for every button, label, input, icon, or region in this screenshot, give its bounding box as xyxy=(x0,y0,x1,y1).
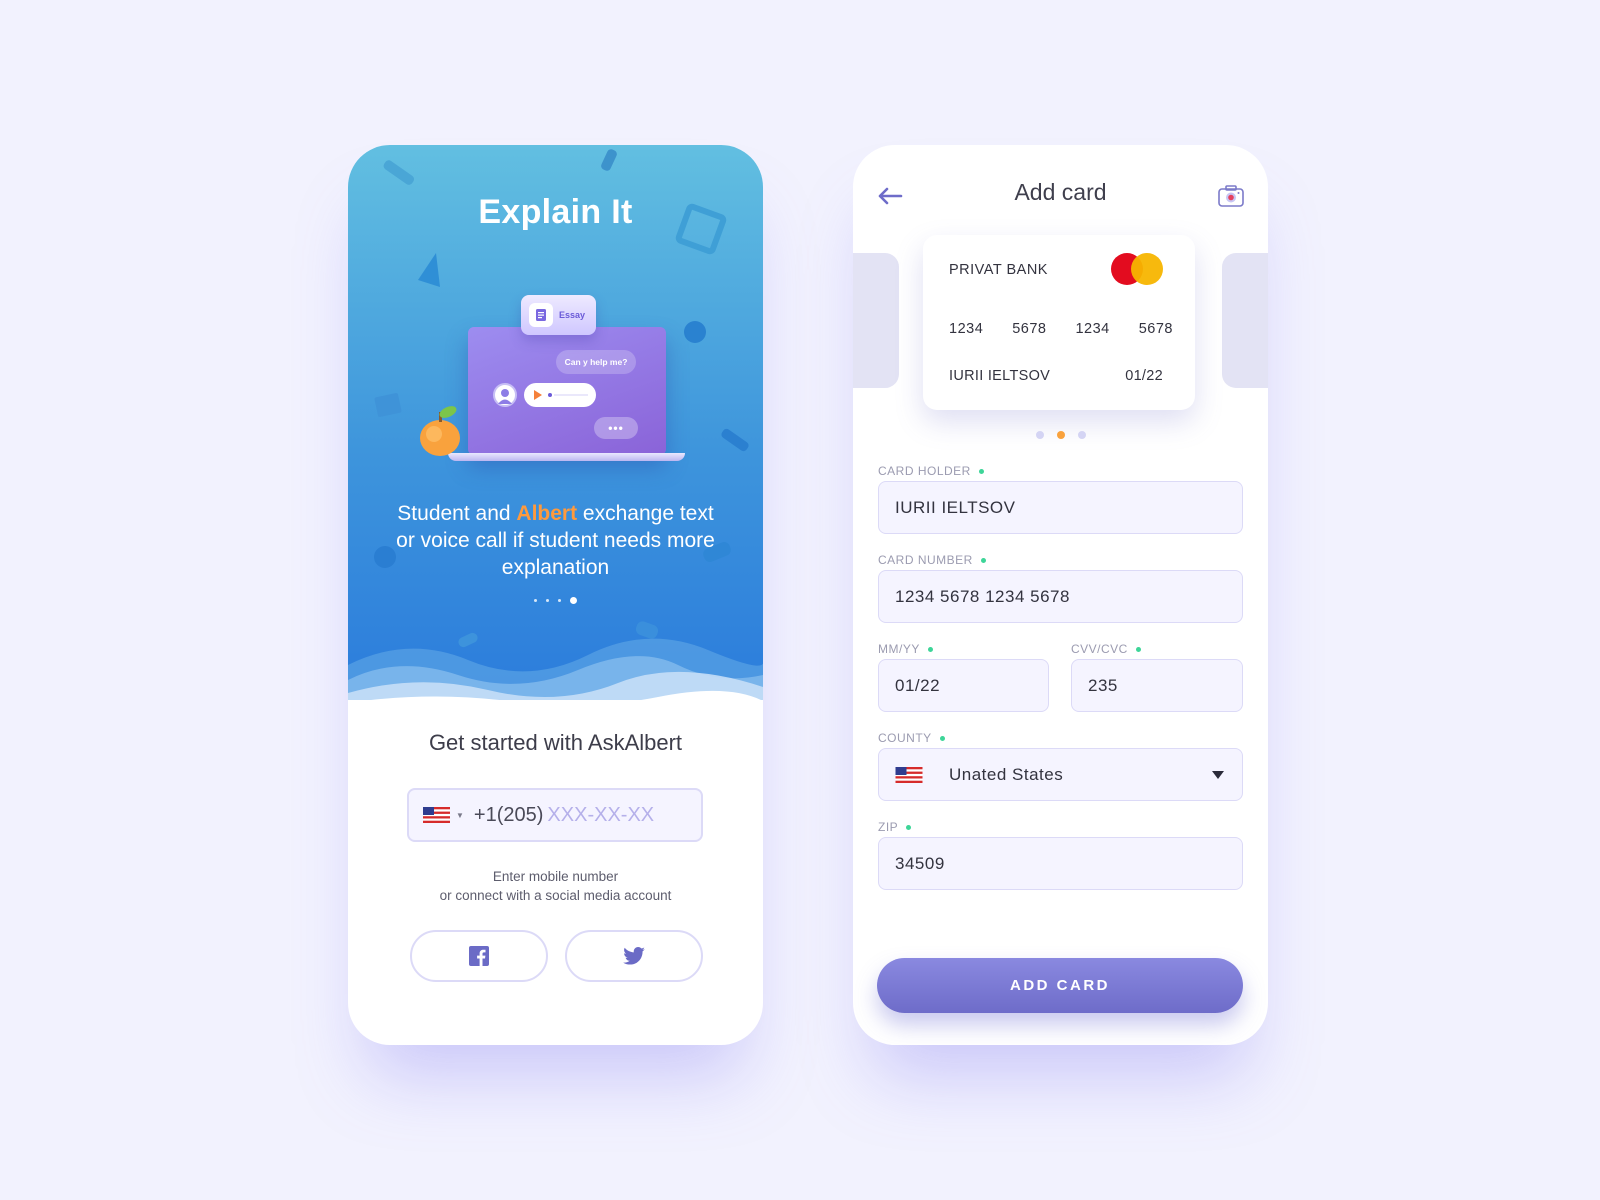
onboarding-screen: Explain It Essay Can y help me? ••• Stud… xyxy=(348,145,763,1045)
card-preview[interactable]: PRIVAT BANK 1234 5678 1234 5678 IURII IE… xyxy=(923,235,1195,410)
page-dot-4-active[interactable] xyxy=(570,597,577,604)
valid-indicator xyxy=(927,646,933,652)
albert-highlight: Albert xyxy=(516,502,578,525)
scan-card-button[interactable] xyxy=(1214,179,1248,213)
arrow-left-icon xyxy=(878,187,903,205)
country-label-text: COUNTY xyxy=(878,731,932,745)
country-label: COUNTY xyxy=(878,731,945,745)
voice-message-bubble xyxy=(524,383,596,407)
next-card[interactable] xyxy=(1222,253,1268,388)
phone-placeholder[interactable]: XXX-XX-XX xyxy=(547,804,654,827)
card-dot-1[interactable] xyxy=(1035,431,1044,439)
phone-number-input[interactable]: ▼ +1(205) XXX-XX-XX xyxy=(407,788,703,842)
card-number-group: 1234 xyxy=(949,321,984,337)
country-value: Unated States xyxy=(949,764,1064,784)
twitter-button[interactable] xyxy=(565,930,703,982)
country-select[interactable]: Unated States xyxy=(878,748,1243,801)
card-holder-label: CARD HOLDER xyxy=(878,464,984,478)
student-avatar xyxy=(493,383,517,407)
document-icon xyxy=(529,303,553,327)
wave-decoration xyxy=(348,638,763,700)
us-flag-icon xyxy=(895,766,923,783)
expiry-label: MM/YY xyxy=(878,642,933,656)
page-dot-2[interactable] xyxy=(546,599,549,602)
add-card-screen: Add card PRIVAT BANK 1234 5678 1234 5678… xyxy=(853,145,1268,1045)
card-dot-3[interactable] xyxy=(1077,431,1086,439)
expiry-label-text: MM/YY xyxy=(878,642,920,656)
zip-field[interactable]: 34509 xyxy=(878,837,1243,890)
card-number-group: 5678 xyxy=(1138,321,1173,337)
facebook-icon xyxy=(469,946,489,966)
card-number-display: 1234 5678 1234 5678 xyxy=(949,321,1173,337)
valid-indicator xyxy=(939,735,945,741)
valid-indicator xyxy=(978,468,984,474)
helper-line-1: Enter mobile number xyxy=(492,869,619,884)
card-number-field[interactable]: 1234 5678 1234 5678 xyxy=(878,570,1243,623)
phone-prefix: +1(205) xyxy=(473,803,544,826)
mastercard-icon xyxy=(1111,253,1163,285)
card-expiry-display: 01/22 xyxy=(1125,368,1163,384)
audio-track xyxy=(548,393,588,397)
page-dot-3[interactable] xyxy=(558,599,561,602)
valid-indicator xyxy=(1135,646,1141,652)
card-number-label: CARD NUMBER xyxy=(878,553,986,567)
previous-card[interactable] xyxy=(853,253,899,388)
laptop-base xyxy=(448,453,685,461)
country-dropdown-caret[interactable]: ▼ xyxy=(456,811,464,820)
twitter-icon xyxy=(623,947,645,965)
onboarding-pagination[interactable] xyxy=(348,597,763,604)
page-title: Add card xyxy=(1014,179,1107,205)
card-holder-label-text: CARD HOLDER xyxy=(878,464,971,478)
card-holder-field[interactable]: IURII IELTSOV xyxy=(878,481,1243,534)
facebook-button[interactable] xyxy=(410,930,548,982)
zip-label-text: ZIP xyxy=(878,820,899,834)
onboarding-description: Student and Albert exchange text or voic… xyxy=(388,500,723,581)
card-number-group: 5678 xyxy=(1012,321,1047,337)
card-carousel-dots[interactable] xyxy=(853,431,1268,439)
card-number-group: 1234 xyxy=(1075,321,1110,337)
helper-text: Enter mobile number or connect with a so… xyxy=(348,867,763,905)
get-started-heading: Get started with AskAlbert xyxy=(428,730,683,755)
card-dot-2-active[interactable] xyxy=(1056,431,1065,439)
valid-indicator xyxy=(906,824,912,830)
hero-banner: Explain It Essay Can y help me? ••• Stud… xyxy=(348,145,763,700)
zip-label: ZIP xyxy=(878,820,912,834)
essay-tag: Essay xyxy=(521,295,596,335)
us-flag-icon[interactable] xyxy=(423,807,450,823)
add-card-button[interactable]: ADD CARD xyxy=(877,958,1243,1013)
card-holder-display: IURII IELTSOV xyxy=(949,368,1051,384)
helper-line-2: or connect with a social media account xyxy=(439,888,672,903)
camera-icon xyxy=(1218,185,1244,207)
cvv-label: CVV/CVC xyxy=(1071,642,1141,656)
card-number-label-text: CARD NUMBER xyxy=(878,553,973,567)
chevron-down-icon[interactable] xyxy=(1212,771,1224,779)
typing-indicator: ••• xyxy=(594,417,638,439)
cvv-field[interactable]: 235 xyxy=(1071,659,1243,712)
header-bar: Add card xyxy=(853,175,1268,215)
back-button[interactable] xyxy=(873,179,907,213)
apple-icon xyxy=(420,406,460,456)
description-start: Student and xyxy=(397,502,517,525)
chat-bubble-question: Can y help me? xyxy=(556,350,636,374)
app-title: Explain It xyxy=(478,193,633,231)
page-dot-1[interactable] xyxy=(534,599,537,602)
expiry-field[interactable]: 01/22 xyxy=(878,659,1049,712)
valid-indicator xyxy=(980,557,986,563)
bank-name: PRIVAT BANK xyxy=(949,262,1048,278)
play-icon xyxy=(534,390,542,400)
essay-label: Essay xyxy=(559,310,586,320)
cvv-label-text: CVV/CVC xyxy=(1071,642,1128,656)
